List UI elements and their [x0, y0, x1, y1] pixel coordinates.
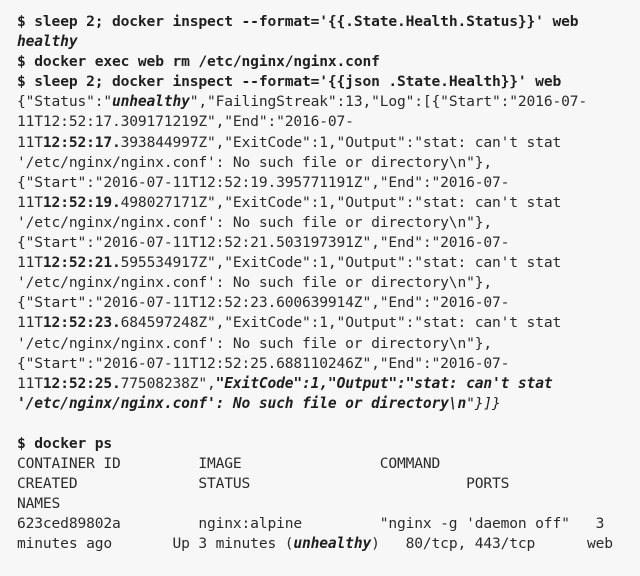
- terminal-line: $ docker ps: [17, 434, 640, 454]
- output-text: '/etc/nginx/nginx.conf': No such file or…: [17, 213, 492, 231]
- command-text: docker ps: [34, 434, 113, 452]
- terminal-line: $ docker exec web rm /etc/nginx/nginx.co…: [17, 52, 640, 72]
- output-text-bold: 12:52:19.: [42, 193, 121, 211]
- output-text-bold: 12:52:21.: [42, 254, 121, 272]
- output-text: 11T: [17, 374, 43, 392]
- terminal-line: 11T12:52:25.77508238Z","ExitCode":1,"Out…: [17, 374, 640, 394]
- output-text: CREATED STATUS PORTS: [17, 475, 510, 493]
- terminal-line: '/etc/nginx/nginx.conf': No such file or…: [17, 213, 640, 233]
- docker-ps-header: CONTAINER ID IMAGE COMMAND: [17, 454, 640, 474]
- terminal-line: '/etc/nginx/nginx.conf': No such file or…: [17, 153, 640, 173]
- terminal-line: {"Start":"2016-07-11T12:52:25.688110246Z…: [17, 354, 640, 374]
- output-text: NAMES: [17, 495, 61, 513]
- terminal-line: 11T12:52:19.498027171Z","ExitCode":1,"Ou…: [17, 193, 640, 213]
- terminal-line: {"Status":"unhealthy","FailingStreak":13…: [17, 92, 640, 112]
- command-text: sleep 2; docker inspect --format='{{json…: [34, 73, 562, 91]
- output-text: {"Start":"2016-07-11T12:52:19.395771191Z…: [17, 173, 510, 191]
- terminal-line: 11T12:52:17.393844997Z","ExitCode":1,"Ou…: [17, 133, 640, 153]
- output-text-bold-italic: "ExitCode":1,"Output":"stat: can't stat: [215, 374, 553, 392]
- output-text: '/etc/nginx/nginx.conf': No such file or…: [17, 153, 492, 171]
- container-status-badge: unhealthy: [293, 535, 372, 553]
- terminal-window[interactable]: $ sleep 2; docker inspect --format='{{.S…: [0, 0, 640, 576]
- prompt-symbol: $: [17, 434, 26, 452]
- output-text: 11T: [17, 314, 43, 332]
- terminal-line: '/etc/nginx/nginx.conf': No such file or…: [17, 334, 640, 354]
- output-text: 595534917Z","ExitCode":1,"Output":"stat:…: [120, 254, 562, 272]
- terminal-line: '/etc/nginx/nginx.conf': No such file or…: [17, 273, 640, 293]
- output-text: {"Start":"2016-07-11T12:52:23.600639914Z…: [17, 294, 510, 312]
- output-text: '/etc/nginx/nginx.conf': No such file or…: [17, 274, 492, 292]
- terminal-line: 11T12:52:17.309171219Z","End":"2016-07-: [17, 112, 640, 132]
- terminal-line: '/etc/nginx/nginx.conf': No such file or…: [17, 394, 640, 414]
- terminal-line: {"Start":"2016-07-11T12:52:21.503197391Z…: [17, 233, 640, 253]
- output-text: 11T: [17, 193, 43, 211]
- terminal-line: $ sleep 2; docker inspect --format='{{js…: [17, 72, 640, 92]
- health-status-output: healthy: [17, 33, 78, 51]
- output-text: {"Status":": [17, 93, 112, 111]
- prompt-symbol: $: [17, 53, 26, 71]
- output-text: 623ced89802a nginx:alpine "nginx -g 'dae…: [17, 515, 605, 533]
- command-text: sleep 2; docker inspect --format='{{.Sta…: [34, 13, 579, 30]
- output-text: 498027171Z","ExitCode":1,"Output":"stat:…: [120, 193, 562, 211]
- terminal-line: {"Start":"2016-07-11T12:52:19.395771191Z…: [17, 173, 640, 193]
- output-text: 11T: [17, 133, 43, 151]
- output-text-italic: "}]}: [466, 394, 501, 412]
- prompt-symbol: $: [17, 73, 26, 91]
- output-text: minutes ago Up 3 minutes (: [17, 535, 294, 553]
- terminal-line: $ sleep 2; docker inspect --format='{{.S…: [17, 12, 640, 32]
- output-text: {"Start":"2016-07-11T12:52:21.503197391Z…: [17, 234, 510, 252]
- output-text: 11T: [17, 254, 43, 272]
- output-text: ) 80/tcp, 443/tcp web: [371, 535, 613, 553]
- output-text: '/etc/nginx/nginx.conf': No such file or…: [17, 334, 492, 352]
- json-status-value: unhealthy: [112, 93, 190, 111]
- docker-ps-header: CREATED STATUS PORTS: [17, 474, 640, 494]
- prompt-symbol: $: [17, 13, 26, 30]
- output-text-bold: 12:52:23.: [42, 314, 121, 332]
- docker-ps-header: NAMES: [17, 494, 640, 514]
- output-text: 77508238Z",: [120, 374, 216, 392]
- terminal-line: 11T12:52:21.595534917Z","ExitCode":1,"Ou…: [17, 253, 640, 273]
- output-text: CONTAINER ID IMAGE COMMAND: [17, 455, 441, 473]
- output-text: {"Start":"2016-07-11T12:52:25.688110246Z…: [17, 354, 510, 372]
- terminal-line: {"Start":"2016-07-11T12:52:23.600639914Z…: [17, 293, 640, 313]
- output-text: 393844997Z","ExitCode":1,"Output":"stat:…: [120, 133, 562, 151]
- output-text: 684597248Z","ExitCode":1,"Output":"stat:…: [120, 314, 562, 332]
- output-text-bold-italic: '/etc/nginx/nginx.conf': No such file or…: [17, 394, 467, 412]
- output-text: ","FailingStreak":13,"Log":[{"Start":"20…: [189, 93, 587, 111]
- output-text-bold: 12:52:25.: [42, 374, 121, 392]
- docker-ps-row: 623ced89802a nginx:alpine "nginx -g 'dae…: [17, 514, 640, 534]
- output-text: 11T12:52:17.309171219Z","End":"2016-07-: [17, 113, 354, 131]
- command-text: docker exec web rm /etc/nginx/nginx.conf: [34, 53, 380, 71]
- terminal-line: 11T12:52:23.684597248Z","ExitCode":1,"Ou…: [17, 313, 640, 333]
- docker-ps-row: minutes ago Up 3 minutes (unhealthy) 80/…: [17, 534, 640, 554]
- terminal-line: healthy: [17, 32, 640, 52]
- output-text-bold: 12:52:17.: [42, 133, 121, 151]
